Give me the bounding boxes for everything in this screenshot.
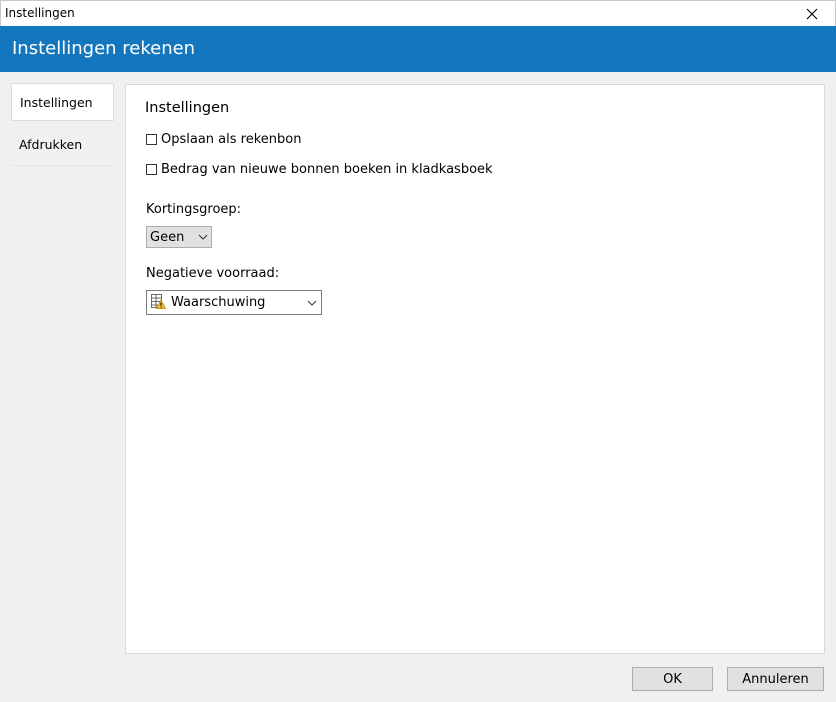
header-title: Instellingen rekenen <box>12 38 196 59</box>
panel-title: Instellingen <box>145 100 230 116</box>
discount-group-label: Kortingsgroep: <box>146 202 242 217</box>
ok-button[interactable]: OK <box>632 667 713 691</box>
negative-stock-select[interactable]: Waarschuwing <box>146 290 322 315</box>
save-as-receipt-checkbox[interactable]: Opslaan als rekenbon <box>146 130 301 148</box>
chevron-down-icon <box>307 300 317 306</box>
warning-table-icon <box>151 294 166 309</box>
cancel-button[interactable]: Annuleren <box>727 667 824 691</box>
close-button[interactable] <box>789 1 835 26</box>
sidebar-item-label: Afdrukken <box>19 137 83 152</box>
discount-group-select[interactable]: Geen <box>146 226 212 248</box>
sidebar: Instellingen Afdrukken <box>0 72 125 702</box>
checkbox-label: Bedrag van nieuwe bonnen boeken in kladk… <box>161 161 493 177</box>
window-title: Instellingen <box>5 6 75 20</box>
close-icon <box>806 8 818 19</box>
negative-stock-label: Negatieve voorraad: <box>146 266 280 281</box>
sidebar-item-instellingen[interactable]: Instellingen <box>11 83 114 121</box>
checkbox-box[interactable] <box>146 133 157 145</box>
select-value: Waarschuwing <box>171 295 266 310</box>
settings-panel: Instellingen Opslaan als rekenbon Bedrag… <box>125 84 825 654</box>
dialog-header: Instellingen rekenen <box>0 26 836 72</box>
checkbox-label: Opslaan als rekenbon <box>161 131 302 147</box>
sidebar-divider <box>11 165 114 166</box>
chevron-down-icon <box>198 234 208 240</box>
select-value: Geen <box>150 230 185 245</box>
sidebar-item-label: Instellingen <box>20 95 93 110</box>
title-bar: Instellingen <box>0 0 836 26</box>
sidebar-item-afdrukken[interactable]: Afdrukken <box>11 126 114 164</box>
book-to-cashbook-checkbox[interactable]: Bedrag van nieuwe bonnen boeken in kladk… <box>146 160 493 178</box>
checkbox-box[interactable] <box>146 163 157 175</box>
